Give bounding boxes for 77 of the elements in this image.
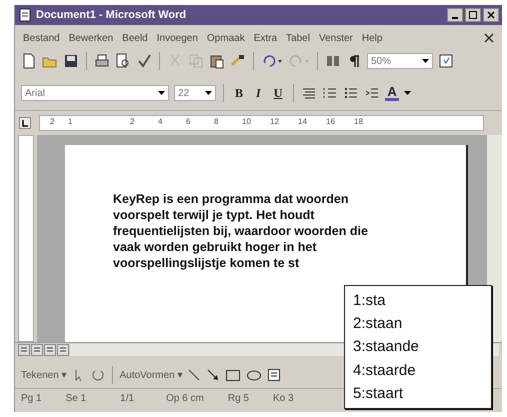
close-button[interactable] [483, 8, 499, 22]
menu-item[interactable]: Bewerken [68, 32, 114, 44]
prediction-item[interactable]: 1:sta [353, 292, 483, 310]
menu-item[interactable]: Extra [254, 32, 278, 44]
menu-item[interactable]: Venster [318, 32, 353, 44]
print-icon[interactable] [94, 53, 110, 69]
line-icon[interactable] [187, 368, 202, 382]
ruler-number: 16 [326, 117, 335, 126]
paste-icon[interactable] [209, 53, 225, 69]
print-preview-icon[interactable] [115, 53, 131, 69]
caret-icon [422, 59, 429, 63]
maximize-icon [469, 11, 477, 19]
ruler-number: 18 [354, 117, 363, 126]
text-style-button[interactable]: I [252, 86, 265, 100]
ruler-number: 1 [68, 117, 72, 126]
menu-item[interactable]: Tabel [286, 32, 310, 44]
status-text: Ko 3 [272, 393, 294, 404]
ruler-number: 2 [50, 117, 54, 126]
status-text: Rg 5 [228, 393, 249, 404]
prediction-item[interactable]: 5:staart [353, 384, 483, 402]
rotate-icon[interactable] [90, 368, 105, 382]
caret-icon [158, 91, 165, 95]
ruler-number: 14 [298, 117, 307, 126]
oval-icon[interactable] [246, 368, 262, 382]
ruler-number: 12 [270, 117, 279, 126]
minimize-button[interactable] [447, 8, 463, 22]
columns-icon[interactable] [325, 53, 341, 69]
menu-item[interactable]: Help [362, 32, 382, 44]
arrow-icon[interactable] [206, 368, 220, 382]
document-text: KeyRep is een programma dat woorden voorspelt terwijl je typt. Het houdt frequentielijsten bij, waardoor woorden die vaak worden gebruikt hoger in het voorspellingslijstje komen te st [113, 191, 369, 271]
status-text: Op 6 cm [166, 393, 204, 404]
menu-item[interactable]: Bestand [23, 32, 60, 44]
font-dropdown[interactable]: Arial [21, 85, 169, 101]
status-text: Se 1 [66, 393, 86, 404]
font-color-button[interactable]: A [385, 86, 399, 100]
maximize-button[interactable] [465, 8, 481, 22]
rectangle-icon[interactable] [225, 368, 242, 382]
close-icon [487, 11, 495, 19]
text-style-button[interactable]: B [231, 86, 248, 100]
spelling-icon[interactable] [136, 53, 152, 69]
view-button-icon[interactable] [18, 344, 30, 356]
ruler-number: 10 [242, 117, 251, 126]
ruler-number: 2 [130, 117, 134, 126]
view-button-icon[interactable] [57, 344, 69, 356]
autoshapes-menu[interactable]: AutoVormen ▾ [120, 369, 182, 381]
caret-icon[interactable] [404, 91, 411, 95]
numbered-list-icon[interactable] [322, 85, 338, 101]
view-button-icon[interactable] [44, 344, 56, 356]
brush-icon[interactable] [230, 53, 246, 69]
font-size-dropdown[interactable]: 22 [174, 85, 216, 101]
window-title: Document1 - Microsoft Word [36, 9, 188, 21]
undo-icon[interactable] [261, 53, 283, 69]
prediction-item[interactable]: 2:staan [353, 315, 483, 332]
help-icon[interactable] [438, 53, 454, 69]
horizontal-ruler[interactable]: 2 1 2 4 6 8 10 12 14 16 18 [39, 115, 484, 131]
text-style-button[interactable]: U [270, 86, 286, 100]
status-text: 1/1 [120, 393, 134, 404]
view-button-icon[interactable] [31, 344, 43, 356]
ruler-number: 4 [158, 117, 162, 126]
status-text: Pg 1 [21, 393, 42, 404]
ruler-number: 6 [186, 117, 190, 126]
caret-icon [205, 91, 212, 95]
prediction-item[interactable]: 4:staarde [353, 362, 483, 379]
close-icon[interactable] [484, 33, 494, 43]
menu-item[interactable]: Invoegen [156, 32, 198, 44]
menu-item[interactable]: Beeld [122, 32, 148, 44]
draw-menu[interactable]: Tekenen ▾ [21, 369, 67, 381]
bullet-list-icon[interactable] [343, 85, 360, 101]
save-icon[interactable] [63, 53, 79, 69]
ruler-number: 8 [214, 117, 218, 126]
zoom-dropdown[interactable]: 50% [367, 53, 433, 69]
menu-item[interactable]: Opmaak [206, 32, 245, 44]
text-box-icon[interactable] [267, 368, 282, 382]
tab-selector-icon[interactable] [19, 117, 31, 129]
prediction-item[interactable]: 3:staande [353, 338, 483, 356]
new-document-icon[interactable] [21, 53, 37, 69]
document-icon [18, 8, 32, 22]
